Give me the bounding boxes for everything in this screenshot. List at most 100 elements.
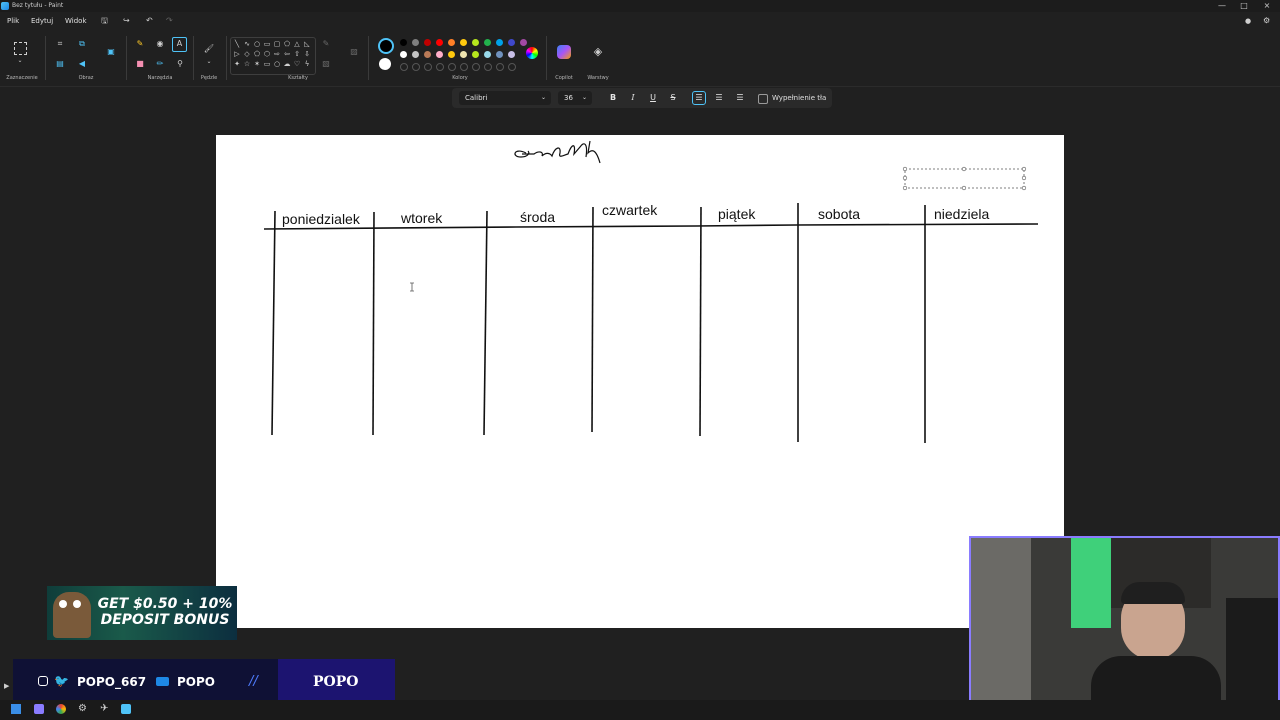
font-family-dropdown[interactable]: Calibri ⌄ (459, 91, 551, 105)
rounded-rectangle-shape-icon[interactable]: ▢ (272, 40, 282, 48)
selection-icon[interactable] (14, 42, 27, 55)
curve-shape-icon[interactable]: ∿ (242, 40, 252, 48)
layers-icon[interactable]: ◈ (592, 46, 604, 58)
custom-color-slot[interactable] (400, 63, 408, 71)
color-swatch[interactable] (424, 39, 431, 46)
italic-button[interactable]: I (626, 91, 640, 105)
pencil-icon[interactable]: ✎ (134, 38, 146, 50)
heart-shape-icon[interactable]: ♡ (292, 60, 302, 68)
color-swatch[interactable] (496, 51, 503, 58)
color-swatch[interactable] (448, 39, 455, 46)
color-swatch[interactable] (508, 51, 515, 58)
menu-file[interactable]: Plik (7, 16, 19, 26)
callout-rect-shape-icon[interactable]: ▭ (262, 60, 272, 68)
triangle-shape-icon[interactable]: △ (292, 40, 302, 48)
custom-color-slot[interactable] (412, 63, 420, 71)
color-swatch[interactable] (496, 39, 503, 46)
color-swatch[interactable] (460, 39, 467, 46)
four-point-star-shape-icon[interactable]: ✦ (232, 60, 242, 68)
text-tool-icon[interactable]: A (172, 37, 187, 52)
color-swatch[interactable] (484, 51, 491, 58)
fill-background-checkbox[interactable] (758, 94, 768, 104)
account-icon[interactable]: ● (1245, 15, 1251, 27)
color-swatch[interactable] (472, 39, 479, 46)
color-swatch[interactable] (436, 51, 443, 58)
callout-cloud-shape-icon[interactable]: ☁ (282, 60, 292, 68)
color-swatch[interactable] (412, 51, 419, 58)
chrome-icon[interactable] (56, 704, 66, 714)
drawing-canvas[interactable]: poniedzialek wtorek środa czwartek piąte… (216, 135, 1064, 628)
diamond-shape-icon[interactable]: ◇ (242, 50, 252, 58)
oval-shape-icon[interactable]: ○ (252, 40, 262, 48)
settings-icon[interactable]: ⚙ (1263, 15, 1270, 27)
fill-icon[interactable]: ◉ (154, 38, 166, 50)
strikethrough-button[interactable]: S (666, 91, 680, 105)
font-size-dropdown[interactable]: 36 ⌄ (558, 91, 592, 105)
redo-icon[interactable]: ↷ (166, 15, 173, 27)
up-arrow-shape-icon[interactable]: ⇧ (292, 50, 302, 58)
custom-color-slot[interactable] (496, 63, 504, 71)
color-swatch[interactable] (400, 51, 407, 58)
resize-icon[interactable]: ⧉ (76, 38, 88, 50)
taskbar-app-icon[interactable] (34, 704, 44, 714)
align-right-icon[interactable]: ☰ (733, 91, 747, 105)
custom-color-slot[interactable] (424, 63, 432, 71)
save-icon[interactable]: 🖫 (101, 15, 108, 27)
maximize-button[interactable]: □ (1233, 0, 1255, 12)
bold-button[interactable]: B (606, 91, 620, 105)
outline-icon[interactable]: ✎ (320, 38, 332, 50)
custom-color-slot[interactable] (508, 63, 516, 71)
rotate-icon[interactable]: ▤ (54, 58, 66, 70)
color-swatch[interactable] (436, 39, 443, 46)
selection-chevron-icon[interactable]: ⌄ (14, 55, 26, 67)
color-swatch[interactable] (508, 39, 515, 46)
color-picker-icon[interactable]: ✏ (154, 58, 166, 70)
flip-icon[interactable]: ◀ (76, 58, 88, 70)
six-point-star-shape-icon[interactable]: ✶ (252, 60, 262, 68)
color-swatch[interactable] (448, 51, 455, 58)
right-triangle-shape-icon[interactable]: ◺ (302, 40, 312, 48)
undo-icon[interactable]: ↶ (146, 15, 153, 27)
align-center-icon[interactable]: ☰ (712, 91, 726, 105)
custom-color-slot[interactable] (436, 63, 444, 71)
color-swatch[interactable] (460, 51, 467, 58)
underline-button[interactable]: U (646, 91, 660, 105)
shape-size-icon[interactable]: ▨ (348, 46, 360, 58)
line-shape-icon[interactable]: ╲ (232, 40, 242, 48)
rectangle-shape-icon[interactable]: ▭ (262, 40, 272, 48)
color-swatch[interactable] (472, 51, 479, 58)
minimize-button[interactable]: — (1211, 0, 1233, 12)
lightning-shape-icon[interactable]: ϟ (302, 60, 312, 68)
brush-icon[interactable]: 🖌 (203, 43, 215, 55)
color-swatch[interactable] (412, 39, 419, 46)
taskbar-app-icon[interactable]: ⚙ (78, 703, 87, 715)
five-point-star-shape-icon[interactable]: ☆ (242, 60, 252, 68)
menu-view[interactable]: Widok (65, 16, 87, 26)
custom-color-slot[interactable] (472, 63, 480, 71)
color-swatch[interactable] (484, 39, 491, 46)
crop-icon[interactable]: ⌗ (54, 38, 66, 50)
callout-oval-shape-icon[interactable]: ○ (272, 60, 282, 68)
align-left-icon[interactable]: ☰ (692, 91, 706, 105)
menu-edit[interactable]: Edytuj (31, 16, 53, 26)
polygon-shape-icon[interactable]: ⬠ (282, 40, 292, 48)
close-button[interactable]: × (1256, 0, 1278, 12)
down-arrow-shape-icon[interactable]: ⇩ (302, 50, 312, 58)
steam-icon[interactable]: ✈ (100, 703, 108, 715)
color2-selector[interactable] (379, 58, 391, 70)
paint-taskbar-icon[interactable] (121, 704, 131, 714)
custom-color-slot[interactable] (448, 63, 456, 71)
shape-fill-icon[interactable]: ▧ (320, 58, 332, 70)
color1-selector[interactable] (378, 38, 394, 54)
share-icon[interactable]: ↪ (123, 15, 130, 27)
left-arrow-shape-icon[interactable]: ⇦ (282, 50, 292, 58)
custom-color-slot[interactable] (460, 63, 468, 71)
color-swatch[interactable] (424, 51, 431, 58)
color-swatch[interactable] (520, 39, 527, 46)
image-select-icon[interactable]: ▣ (105, 46, 117, 58)
right-arrow-shape-icon[interactable]: ⇨ (272, 50, 282, 58)
brush-chevron-icon[interactable]: ⌄ (203, 56, 215, 68)
windows-start-icon[interactable] (11, 704, 21, 714)
edit-colors-icon[interactable] (526, 47, 538, 59)
custom-color-slot[interactable] (484, 63, 492, 71)
